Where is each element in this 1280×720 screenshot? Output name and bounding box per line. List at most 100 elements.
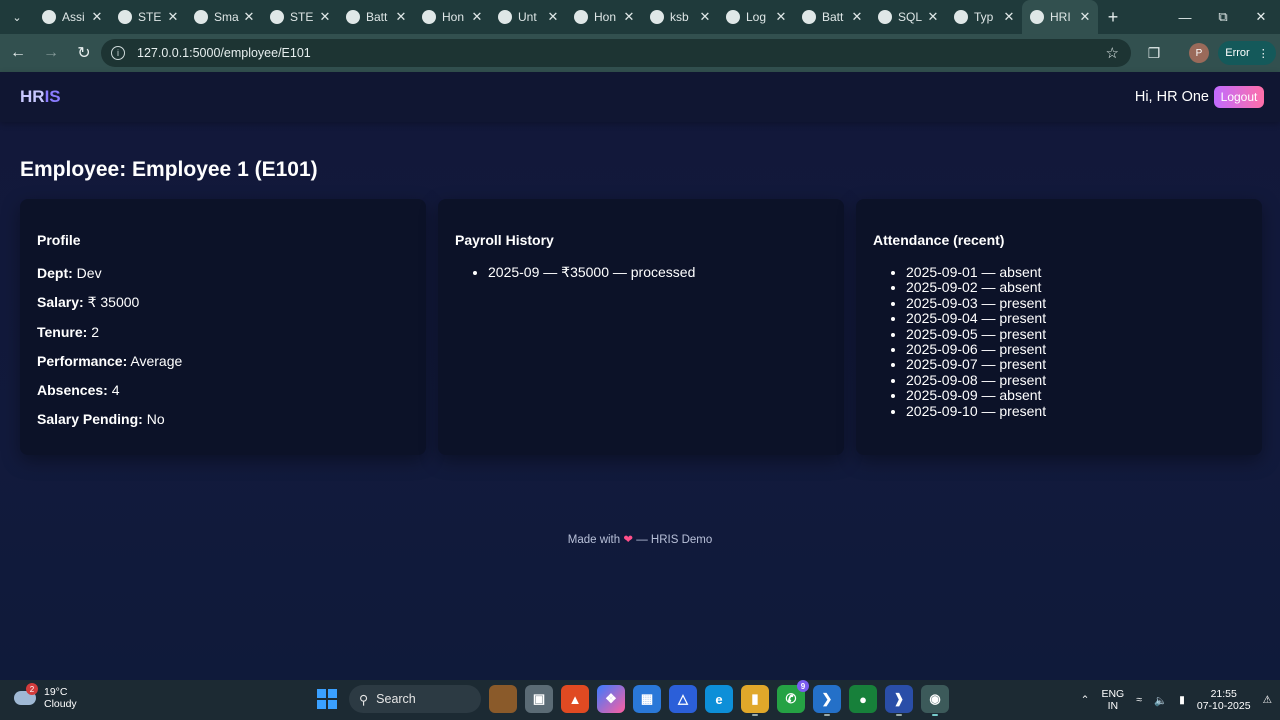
attendance-item: 2025-09-02 — absent [906, 279, 1245, 295]
browser-tab[interactable]: Hon ✕ [566, 0, 642, 34]
attendance-heading: Attendance (recent) [873, 232, 1005, 248]
tab-title: STE [138, 10, 162, 24]
extensions-puzzle-icon[interactable]: ❐ [1143, 42, 1165, 64]
tab-list: Assi ✕ STE ✕ Sma ✕ STE ✕ Batt ✕ Hon ✕ Unt ✕ Hon ✕ ksb ✕ Lo… [34, 0, 1098, 34]
task-view-icon[interactable]: ▣ [525, 685, 553, 713]
browser-tab[interactable]: Log ✕ [718, 0, 794, 34]
field-value: Average [130, 353, 183, 369]
windows-start-icon[interactable] [313, 685, 341, 713]
browser-tab[interactable]: Batt ✕ [338, 0, 414, 34]
tab-title: Hon [594, 10, 617, 24]
browser-tab[interactable]: HRI ✕ [1022, 0, 1098, 34]
attendance-item: 2025-09-03 — present [906, 295, 1245, 311]
chrome-icon[interactable]: ◉ [921, 685, 949, 716]
tab-title: Assi [62, 10, 85, 24]
browser-tab-strip: ⌄ Assi ✕ STE ✕ Sma ✕ STE ✕ Batt ✕ Hon ✕ Unt ✕ Hon ✕ ksb ✕… [0, 0, 1280, 34]
taskbar-search[interactable]: ⚲ Search [349, 685, 481, 713]
browser-tab[interactable]: Assi ✕ [34, 0, 110, 34]
azure-data-studio-icon[interactable]: △ [669, 685, 697, 713]
clock-time: 21:55 [1210, 688, 1237, 700]
language-indicator[interactable]: ENG IN [1101, 688, 1124, 712]
globe-icon [346, 10, 360, 24]
tab-close-icon[interactable]: ✕ [774, 9, 788, 25]
field-label: Tenure: [37, 324, 88, 340]
brand-logo[interactable]: HRIS [20, 87, 61, 107]
brand-part-2: IS [44, 87, 61, 106]
field-label: Performance: [37, 353, 128, 369]
minimize-icon[interactable]: — [1166, 0, 1204, 34]
brand-part-1: HR [20, 87, 45, 106]
notification-bell-icon[interactable]: ⚠ [1263, 694, 1272, 706]
tab-close-icon[interactable]: ✕ [318, 9, 332, 25]
browser-tab[interactable]: Batt ✕ [794, 0, 870, 34]
browser-tab[interactable]: Unt ✕ [490, 0, 566, 34]
browser-tab[interactable]: Hon ✕ [414, 0, 490, 34]
wifi-icon[interactable]: ≈ [1136, 694, 1142, 706]
reload-icon[interactable]: ↻ [69, 38, 99, 68]
tray-chevron-up-icon[interactable]: ⌃ [1081, 694, 1090, 706]
vscode-icon[interactable]: ❯ [813, 685, 841, 716]
powershell-icon[interactable]: ❱ [885, 685, 913, 716]
battery-icon[interactable]: ▮ [1179, 694, 1185, 706]
tab-title: STE [290, 10, 314, 24]
mongodb-compass-icon[interactable]: ● [849, 685, 877, 713]
browser-tab[interactable]: Sma ✕ [186, 0, 262, 34]
browser-tab[interactable]: STE ✕ [262, 0, 338, 34]
whatsapp-badge: 9 [797, 680, 809, 692]
tab-close-icon[interactable]: ✕ [1002, 9, 1016, 25]
whatsapp-icon[interactable]: ✆ 9 [777, 680, 809, 713]
tab-close-icon[interactable]: ✕ [90, 9, 104, 25]
tab-close-icon[interactable]: ✕ [546, 9, 560, 25]
clock[interactable]: 21:55 07-10-2025 [1197, 688, 1251, 712]
attendance-item: 2025-09-07 — present [906, 357, 1245, 373]
tab-close-icon[interactable]: ✕ [166, 9, 180, 25]
payroll-heading: Payroll History [455, 232, 554, 248]
system-tray: ⌃ ENG IN ≈ 🔈 ▮ 21:55 07-10-2025 ⚠ [1081, 680, 1280, 720]
tab-title: Batt [366, 10, 388, 24]
edge-browser-icon[interactable]: e [705, 685, 733, 713]
error-menu-button[interactable]: Error ⋮ [1218, 41, 1276, 65]
tab-close-icon[interactable]: ✕ [850, 9, 864, 25]
tab-close-icon[interactable]: ✕ [1078, 9, 1092, 25]
address-url[interactable]: 127.0.0.1:5000/employee/E101 [137, 46, 311, 60]
profile-avatar[interactable]: P [1189, 43, 1209, 63]
window-controls: — ⧉ ✕ [1166, 0, 1280, 34]
tab-close-icon[interactable]: ✕ [622, 9, 636, 25]
attendance-item: 2025-09-08 — present [906, 372, 1245, 388]
brave-browser-icon[interactable]: ▲ [561, 685, 589, 713]
store-icon[interactable]: ▦ [633, 685, 661, 713]
tab-close-icon[interactable]: ✕ [926, 9, 940, 25]
browser-tab[interactable]: ksb ✕ [642, 0, 718, 34]
tab-close-icon[interactable]: ✕ [470, 9, 484, 25]
weather-desc: Cloudy [44, 698, 77, 710]
weather-widget[interactable]: 2 19°C Cloudy [14, 683, 77, 710]
browser-toolbar: ← → ↻ i 127.0.0.1:5000/employee/E101 ☆ ❐… [0, 34, 1280, 72]
close-window-icon[interactable]: ✕ [1242, 0, 1280, 34]
widget-thumbnail-icon[interactable] [489, 685, 517, 713]
maximize-icon[interactable]: ⧉ [1204, 0, 1242, 34]
browser-tab[interactable]: SQL ✕ [870, 0, 946, 34]
browser-tab[interactable]: Typ ✕ [946, 0, 1022, 34]
logout-button[interactable]: Logout [1214, 86, 1264, 108]
tab-search-chevron-icon[interactable]: ⌄ [0, 0, 34, 34]
copilot-icon[interactable]: ❖ [597, 685, 625, 713]
file-explorer-icon[interactable]: ▮ [741, 685, 769, 716]
forward-arrow-icon[interactable]: → [36, 38, 66, 68]
bookmark-star-icon[interactable]: ☆ [1106, 44, 1119, 62]
tab-title: Typ [974, 10, 994, 24]
profile-field: Performance: Average [37, 353, 409, 369]
new-tab-plus-icon[interactable]: + [1098, 7, 1128, 28]
search-icon: ⚲ [359, 692, 369, 707]
back-arrow-icon[interactable]: ← [3, 38, 33, 68]
tab-close-icon[interactable]: ✕ [242, 9, 256, 25]
attendance-item: 2025-09-06 — present [906, 341, 1245, 357]
tab-title: Hon [442, 10, 465, 24]
tab-close-icon[interactable]: ✕ [394, 9, 408, 25]
browser-tab[interactable]: STE ✕ [110, 0, 186, 34]
os-taskbar: 2 19°C Cloudy ⚲ Search ▣ ▲ ❖ ▦ △ e ▮ ✆ 9… [0, 680, 1280, 720]
tab-close-icon[interactable]: ✕ [698, 9, 712, 25]
site-info-icon[interactable]: i [111, 46, 125, 60]
address-bar[interactable]: i 127.0.0.1:5000/employee/E101 ☆ [101, 39, 1131, 67]
page-title: Employee: Employee 1 (E101) [20, 158, 318, 181]
volume-icon[interactable]: 🔈 [1154, 694, 1167, 707]
